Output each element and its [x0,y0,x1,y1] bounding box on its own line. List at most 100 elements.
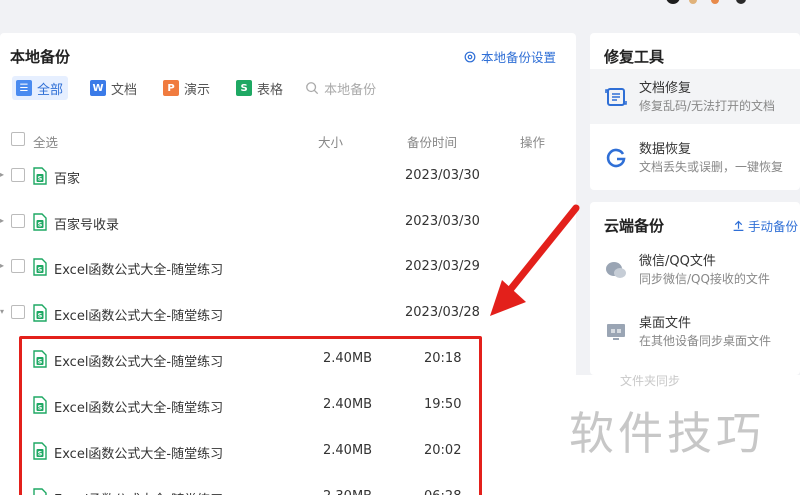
backup-time: 20:02 [424,443,462,458]
search-icon [306,82,319,95]
table-row[interactable]: S Excel函数公式大全-随堂练习 2.30MB 06:28 [0,486,576,495]
search-input[interactable]: 本地备份 [305,79,376,98]
spreadsheet-file-icon: S [33,350,47,372]
data-recovery-item[interactable]: 数据恢复 文档丢失或误删，一键恢复 [590,130,800,185]
table-row[interactable]: ▸ S Excel函数公式大全-随堂练习 2023/03/29 [0,256,576,282]
spreadsheet-file-icon: S [33,258,47,280]
spreadsheet-icon: S [236,80,253,96]
spreadsheet-file-icon: S [33,304,47,326]
file-name: Excel函数公式大全-随堂练习 [54,355,224,370]
tab-spreadsheets[interactable]: S 表格 [232,76,287,100]
table-row[interactable]: S Excel函数公式大全-随堂练习 2.40MB 20:02 [0,440,576,466]
manual-backup-button[interactable]: 手动备份 [732,216,798,235]
tab-label: 全部 [37,82,64,98]
panel-title: 云端备份 [604,217,665,235]
backup-time: 2023/03/30 [405,168,480,183]
backup-settings-label: 本地备份设置 [481,50,557,65]
table-row[interactable]: ▸ S 百家 2023/03/30 [0,165,576,191]
item-description: 修复乱码/无法打开的文档 [639,99,776,113]
item-title: 数据恢复 [639,142,692,157]
file-name: 百家号收录 [54,218,120,233]
desktop-monitor-icon [607,324,625,340]
item-title: 微信/QQ文件 [639,254,716,269]
svg-text:S: S [38,221,43,229]
item-title: 文档修复 [639,81,692,96]
expand-caret-icon[interactable]: ▸ [0,170,5,180]
folder-sync-item-partial: 文件夹同步 [620,374,681,388]
spreadsheet-file-icon: S [33,396,47,418]
spreadsheet-file-icon: S [33,213,47,235]
backup-time: 06:28 [424,489,461,495]
select-all-checkbox[interactable] [11,132,25,146]
row-checkbox[interactable] [11,214,25,228]
expand-caret-icon[interactable]: ▸ [0,261,5,271]
table-row[interactable]: ▾ S Excel函数公式大全-随堂练习 2023/03/28 [0,302,576,328]
select-all-label: 全选 [33,135,59,150]
window-top-bar [0,0,800,32]
tab-all[interactable]: ☰ 全部 [12,76,69,100]
file-name: Excel函数公式大全-随堂练习 [54,447,224,462]
row-checkbox[interactable] [11,168,25,182]
desktop-files-item[interactable]: 桌面文件 在其他设备同步桌面文件 [590,304,800,359]
backup-time: 19:50 [424,397,462,412]
spreadsheet-file-icon: S [33,488,47,495]
filter-tabs: ☰ 全部 W 文档 P 演示 S 表格 本地备份 [12,75,376,101]
expand-caret-icon[interactable]: ▾ [0,307,5,317]
document-repair-item[interactable]: 文档修复 修复乱码/无法打开的文档 [590,69,800,124]
document-repair-icon [605,88,627,106]
svg-text:S: S [38,358,43,366]
item-description: 文档丢失或误删，一键恢复 [639,160,784,174]
gear-icon [464,51,476,62]
svg-text:S: S [38,450,43,458]
file-size: 2.40MB [323,351,373,366]
chat-bubble-icon [606,262,626,278]
wechat-qq-files-item[interactable]: 微信/QQ文件 同步微信/QQ接收的文件 [590,242,800,297]
table-row[interactable]: S Excel函数公式大全-随堂练习 2.40MB 20:18 [0,348,576,374]
status-dot [689,0,697,4]
backup-settings-link[interactable]: 本地备份设置 [463,47,556,66]
tab-label: 表格 [257,82,284,98]
item-description: 在其他设备同步桌面文件 [639,334,772,348]
row-checkbox[interactable] [11,259,25,273]
svg-text:S: S [38,404,43,412]
file-name: Excel函数公式大全-随堂练习 [54,489,223,495]
upload-icon [733,220,744,231]
tab-label: 演示 [184,82,211,98]
data-recovery-icon [606,148,626,168]
panel-title: 本地备份 [10,48,71,66]
item-description: 同步微信/QQ接收的文件 [639,272,770,286]
file-name: Excel函数公式大全-随堂练习 [54,309,224,324]
avatar[interactable] [666,0,680,4]
repair-tools-panel: 修复工具 文档修复 修复乱码/无法打开的文档 数据恢复 文档丢失或误删，一键恢复 [590,33,800,190]
status-dot [736,0,746,4]
table-header: 全选 大小 备份时间 操作 [0,131,576,151]
presentation-icon: P [163,80,180,96]
table-row[interactable]: ▸ S 百家号收录 2023/03/30 [0,211,576,237]
svg-text:S: S [38,312,43,320]
panel-title: 修复工具 [604,48,665,66]
spreadsheet-file-icon: S [33,442,47,464]
file-size: 2.40MB [323,397,373,412]
expand-caret-icon[interactable]: ▸ [0,216,5,226]
row-checkbox[interactable] [11,305,25,319]
spreadsheet-file-icon: S [33,167,47,189]
word-doc-icon: W [90,80,107,96]
backup-time: 2023/03/28 [405,305,480,320]
file-size: 2.40MB [323,443,373,458]
watermark-text: 软件技巧 [569,407,766,460]
table-row[interactable]: S Excel函数公式大全-随堂练习 2.40MB 19:50 [0,394,576,420]
file-name: Excel函数公式大全-随堂练习 [54,401,224,416]
column-size: 大小 [318,135,344,150]
tab-presentations[interactable]: P 演示 [159,76,214,100]
column-backup-time: 备份时间 [407,135,458,150]
backup-time: 20:18 [424,351,462,366]
column-actions: 操作 [520,135,546,150]
manual-backup-label: 手动备份 [748,219,799,234]
file-size: 2.30MB [323,489,372,495]
tab-documents[interactable]: W 文档 [86,76,141,100]
item-title: 桌面文件 [639,316,692,331]
file-name: 百家 [54,172,81,187]
local-backup-panel: 本地备份 本地备份设置 ☰ 全部 W 文档 P 演示 S 表格 本地备份 全选 … [0,33,576,495]
backup-time: 2023/03/29 [405,259,480,274]
list-icon: ☰ [16,80,32,96]
